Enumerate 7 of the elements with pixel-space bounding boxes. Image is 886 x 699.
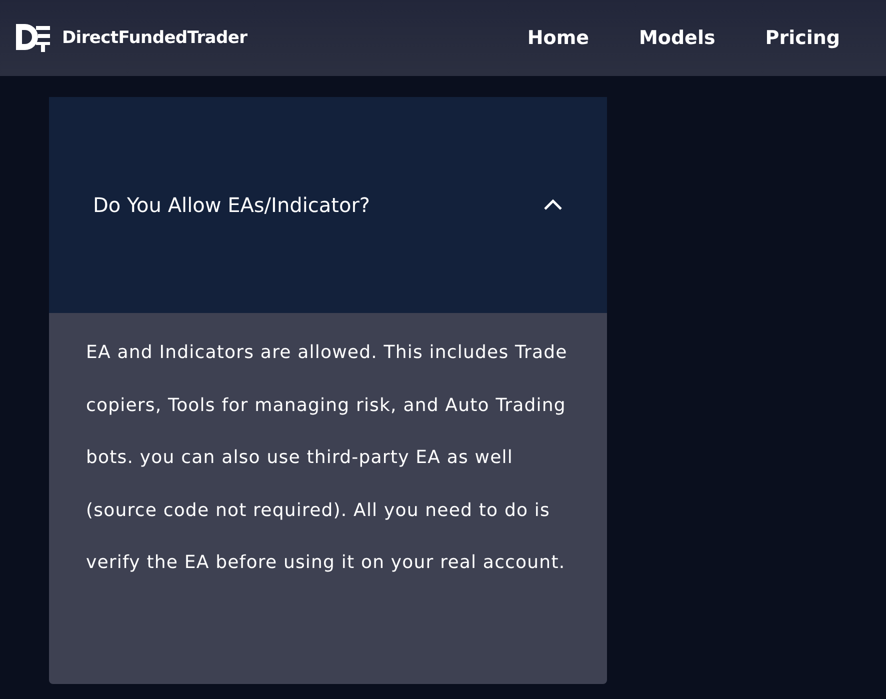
nav-link[interactable]: Models [639,27,716,49]
nav-link[interactable]: Pricing [765,27,840,49]
brand-name[interactable]: DirectFundedTrader [62,28,248,48]
nav-link[interactable]: Home [527,27,589,49]
faq-answer: EA and Indicators are allowed. This includes Trade copiers, Tools for managing risk, and Auto Trading bots. you can also use third-party EA as well (source code not required). All you need to do is verify the EA before using it on your real account. [86,341,568,575]
logo-icon[interactable] [16,24,50,52]
faq-question[interactable]: Do You Allow EAs/Indicator? [49,97,607,313]
